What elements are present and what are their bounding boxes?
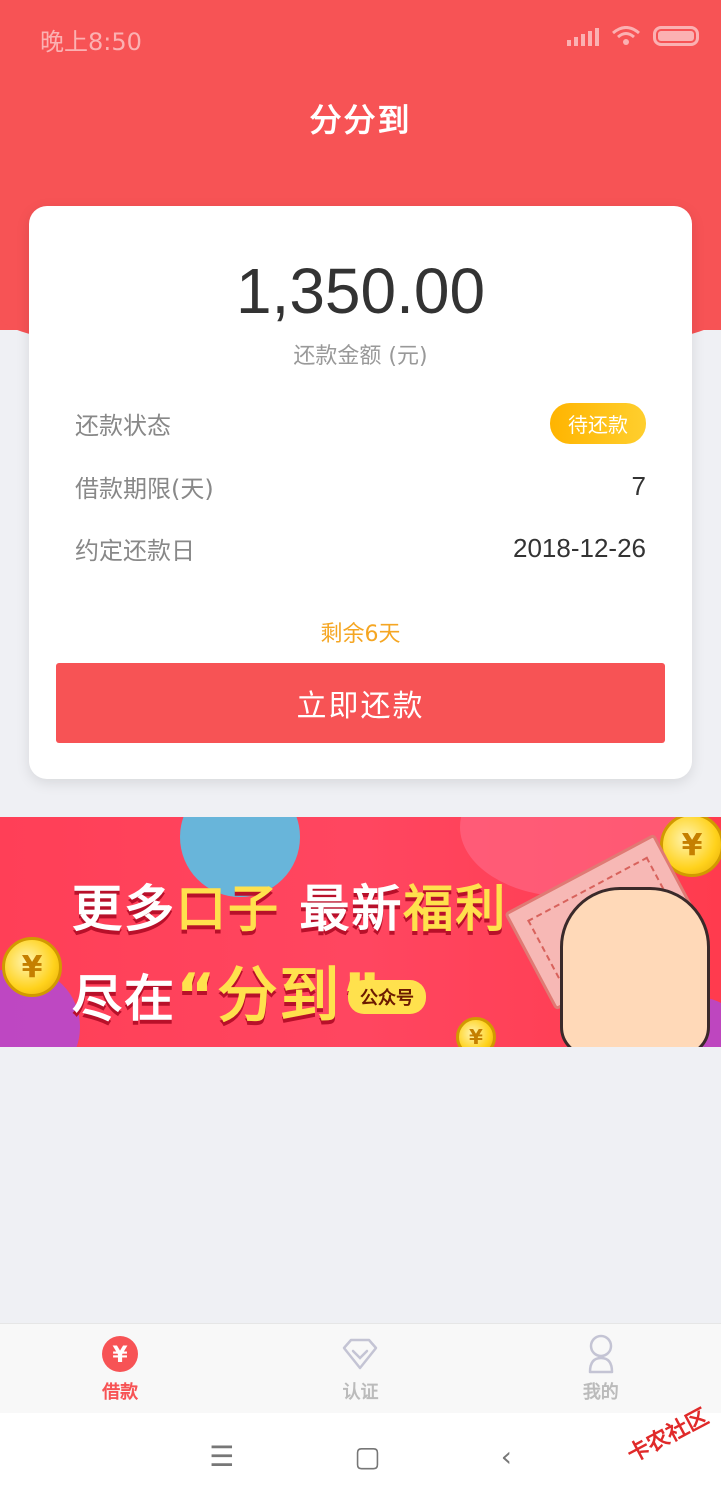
back-icon[interactable]: ‹ bbox=[501, 1440, 512, 1473]
tab-mine[interactable]: 我的 bbox=[481, 1324, 721, 1413]
tab-verify[interactable]: 认证 bbox=[240, 1324, 480, 1413]
home-icon[interactable]: ▢ bbox=[354, 1440, 380, 1473]
repayment-amount-label: 还款金额 (元) bbox=[293, 344, 428, 369]
status-badge: 待还款 bbox=[550, 402, 646, 444]
repay-now-button[interactable]: 立即还款 bbox=[56, 663, 665, 743]
svg-text:¥: ¥ bbox=[113, 1343, 129, 1368]
coin-icon: ¥ bbox=[456, 1017, 496, 1047]
status-icons bbox=[567, 26, 699, 46]
signal-icon bbox=[567, 26, 599, 46]
row-loan-term: 借款期限(天) 7 bbox=[75, 466, 646, 506]
banner-tag: 公众号 bbox=[348, 980, 426, 1014]
bottom-tab-bar: ¥ 借款 认证 我的 bbox=[0, 1323, 721, 1413]
banner-subline: 尽在“分到” bbox=[72, 961, 383, 1031]
remaining-days: 剩余6天 bbox=[320, 622, 401, 647]
user-icon bbox=[581, 1334, 621, 1374]
banner-headline: 更多口子 最新福利 bbox=[72, 880, 508, 938]
yen-icon: ¥ bbox=[100, 1334, 140, 1374]
row-value: 7 bbox=[631, 470, 646, 501]
tab-label: 我的 bbox=[582, 1381, 619, 1403]
repayment-card: 1,350.00 还款金额 (元) 还款状态 待还款 借款期限(天) 7 约定还… bbox=[29, 206, 692, 779]
coin-icon: ¥ bbox=[2, 937, 62, 997]
menu-icon[interactable]: ☰ bbox=[209, 1440, 234, 1473]
promo-banner[interactable]: ¥ ¥ ¥ 更多口子 最新福利 尽在“分到” 公众号 bbox=[0, 817, 721, 1047]
tab-loan[interactable]: ¥ 借款 bbox=[0, 1324, 240, 1413]
tab-label: 认证 bbox=[342, 1381, 379, 1403]
status-time: 晚上8:50 bbox=[40, 28, 142, 56]
diamond-icon bbox=[340, 1334, 380, 1374]
page-title: 分分到 bbox=[309, 101, 412, 139]
row-label: 借款期限(天) bbox=[75, 474, 214, 503]
repayment-amount: 1,350.00 bbox=[235, 255, 486, 327]
battery-icon bbox=[653, 26, 699, 46]
row-repayment-status: 还款状态 待还款 bbox=[75, 402, 646, 444]
row-value: 2018-12-26 bbox=[513, 532, 646, 563]
row-due-date: 约定还款日 2018-12-26 bbox=[75, 528, 646, 568]
row-label: 约定还款日 bbox=[75, 536, 195, 565]
hand-icon bbox=[560, 887, 710, 1047]
status-bar: 晚上8:50 bbox=[0, 0, 721, 76]
system-nav-bar: ☰ ▢ ‹ bbox=[0, 1413, 721, 1500]
row-label: 还款状态 bbox=[75, 411, 171, 440]
wifi-icon bbox=[612, 26, 640, 45]
tab-label: 借款 bbox=[102, 1381, 139, 1403]
